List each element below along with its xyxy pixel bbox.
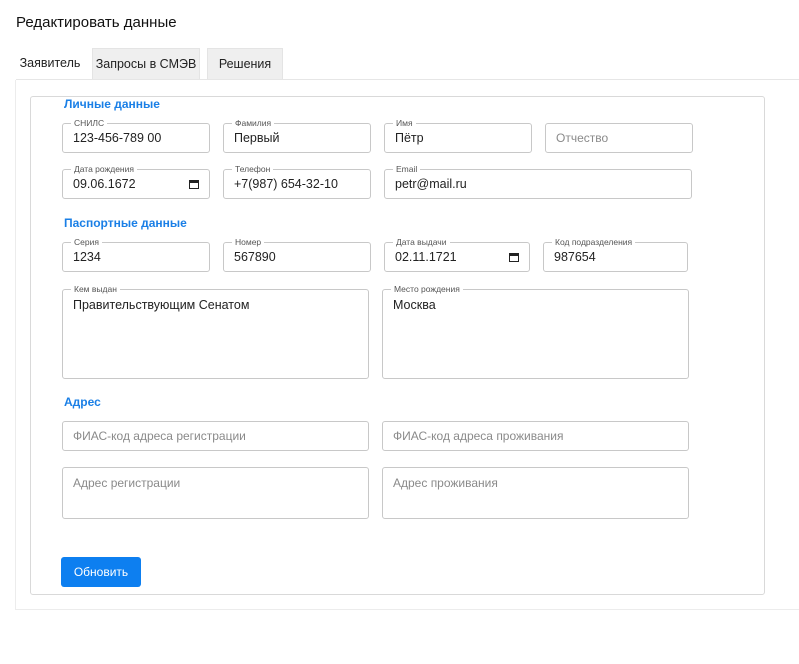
birth-place-value: Москва — [393, 298, 436, 312]
first-name-label: Имя — [393, 117, 416, 129]
passport-number-field[interactable]: Номер 567890 — [223, 236, 371, 272]
fias-residence-field[interactable]: ФИАС-код адреса проживания — [382, 421, 689, 451]
issued-by-label: Кем выдан — [71, 283, 120, 295]
email-field[interactable]: Email petr@mail.ru — [384, 163, 692, 199]
division-code-field[interactable]: Код подразделения 987654 — [543, 236, 688, 272]
fias-registration-field[interactable]: ФИАС-код адреса регистрации — [62, 421, 369, 451]
fias-registration-placeholder: ФИАС-код адреса регистрации — [73, 429, 246, 443]
birth-place-label: Место рождения — [391, 283, 463, 295]
page-title: Редактировать данные — [16, 14, 177, 31]
middle-name-placeholder: Отчество — [556, 131, 609, 145]
birth-date-field[interactable]: Дата рождения 09.06.1672 — [62, 163, 210, 199]
calendar-icon[interactable] — [189, 179, 199, 189]
issue-date-label: Дата выдачи — [393, 236, 450, 248]
residence-address-placeholder: Адрес проживания — [393, 476, 498, 490]
snils-value: 123-456-789 00 — [73, 131, 162, 145]
registration-address-field[interactable]: Адрес регистрации — [62, 467, 369, 519]
residence-address-field[interactable]: Адрес проживания — [382, 467, 689, 519]
middle-name-field[interactable]: Отчество — [545, 123, 693, 153]
passport-series-label: Серия — [71, 236, 102, 248]
calendar-icon[interactable] — [509, 252, 519, 262]
passport-series-field[interactable]: Серия 1234 — [62, 236, 210, 272]
issue-date-field[interactable]: Дата выдачи 02.11.1721 — [384, 236, 530, 272]
issued-by-value: Правительствующим Сенатом — [73, 298, 250, 312]
tab-decisions[interactable]: Решения — [207, 48, 283, 79]
update-button[interactable]: Обновить — [61, 557, 141, 587]
last-name-value: Первый — [234, 131, 280, 145]
tab-smev-requests[interactable]: Запросы в СМЭВ — [92, 48, 200, 79]
section-title-address: Адрес — [64, 395, 101, 409]
division-code-value: 987654 — [554, 250, 596, 264]
last-name-label: Фамилия — [232, 117, 275, 129]
email-value: petr@mail.ru — [395, 177, 467, 191]
snils-label: СНИЛС — [71, 117, 108, 129]
passport-series-value: 1234 — [73, 250, 101, 264]
issue-date-value: 02.11.1721 — [395, 250, 457, 264]
birth-place-field[interactable]: Место рождения Москва — [382, 283, 689, 379]
passport-number-value: 567890 — [234, 250, 276, 264]
issued-by-field[interactable]: Кем выдан Правительствующим Сенатом — [62, 283, 369, 379]
first-name-field[interactable]: Имя Пётр — [384, 117, 532, 153]
fias-residence-placeholder: ФИАС-код адреса проживания — [393, 429, 564, 443]
section-title-passport: Паспортные данные — [64, 216, 187, 230]
section-title-personal: Личные данные — [64, 97, 160, 111]
birth-date-value: 09.06.1672 — [73, 177, 136, 191]
birth-date-label: Дата рождения — [71, 163, 137, 175]
first-name-value: Пётр — [395, 131, 424, 145]
email-label: Email — [393, 163, 421, 175]
passport-number-label: Номер — [232, 236, 265, 248]
registration-address-placeholder: Адрес регистрации — [73, 476, 181, 490]
division-code-label: Код подразделения — [552, 236, 636, 248]
tab-applicant[interactable]: Заявитель — [16, 48, 84, 79]
phone-field[interactable]: Телефон +7(987) 654-32-10 — [223, 163, 371, 199]
last-name-field[interactable]: Фамилия Первый — [223, 117, 371, 153]
snils-field[interactable]: СНИЛС 123-456-789 00 — [62, 117, 210, 153]
phone-value: +7(987) 654-32-10 — [234, 177, 338, 191]
phone-label: Телефон — [232, 163, 274, 175]
